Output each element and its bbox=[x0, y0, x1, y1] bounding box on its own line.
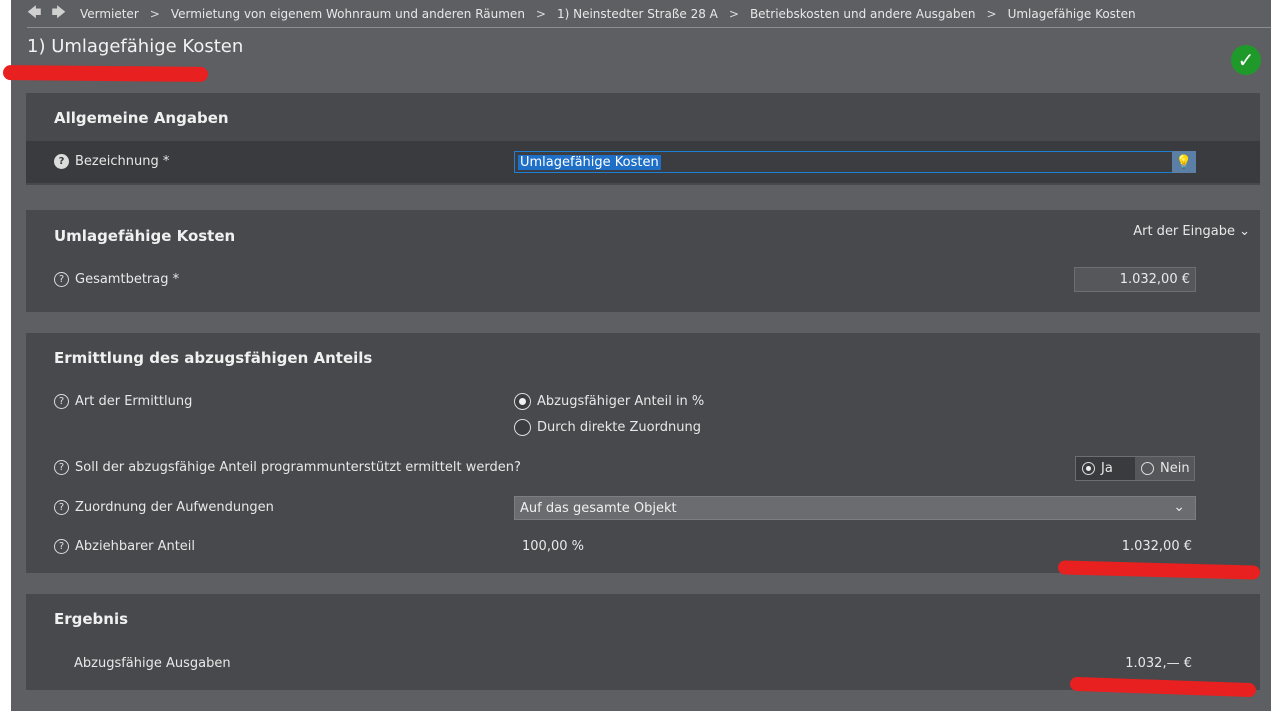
abziehbarer-anteil-label-text: Abziehbarer Anteil bbox=[75, 539, 196, 554]
zuordnung-label: ? Zuordnung der Aufwendungen bbox=[54, 500, 274, 515]
annotation-underline bbox=[2, 65, 209, 82]
breadcrumb-item-current[interactable]: Umlagefähige Kosten bbox=[1008, 7, 1136, 21]
zuordnung-label-text: Zuordnung der Aufwendungen bbox=[75, 500, 274, 515]
breadcrumb: 🡄 🡆 Vermieter > Vermietung von eigenem W… bbox=[27, 0, 1136, 27]
section-title: Umlagefähige Kosten bbox=[54, 227, 236, 245]
breadcrumb-divider bbox=[27, 27, 1271, 28]
bezeichnung-label-text: Bezeichnung * bbox=[75, 154, 170, 169]
panel-ergebnis: Ergebnis Abzugsfähige Ausgaben 1.032,— € bbox=[26, 594, 1260, 690]
page-title: 1) Umlagefähige Kosten bbox=[27, 36, 244, 57]
breadcrumb-item-vermietung[interactable]: Vermietung von eigenem Wohnraum und ande… bbox=[171, 7, 525, 21]
chevron-right-icon: > bbox=[535, 6, 546, 21]
bezeichnung-row: ? Bezeichnung * Umlagefähige Kosten 💡 bbox=[26, 141, 1260, 183]
radio-direkte-zuordnung[interactable]: Durch direkte Zuordnung bbox=[514, 419, 701, 436]
chevron-right-icon: > bbox=[149, 6, 160, 21]
radio-button bbox=[1141, 462, 1154, 475]
help-icon[interactable]: ? bbox=[54, 394, 69, 409]
art-der-ermittlung-label: ? Art der Ermittlung bbox=[54, 394, 192, 409]
chevron-right-icon: > bbox=[728, 6, 739, 21]
art-der-eingabe-label: Art der Eingabe bbox=[1133, 224, 1235, 239]
gesamtbetrag-input[interactable]: 1.032,00 € bbox=[1074, 267, 1196, 292]
gesamtbetrag-label: ? Gesamtbetrag * bbox=[54, 272, 179, 287]
gesamtbetrag-label-text: Gesamtbetrag * bbox=[75, 272, 180, 287]
breadcrumb-item-vermieter[interactable]: Vermieter bbox=[80, 7, 139, 21]
toggle-ja[interactable]: Ja bbox=[1076, 457, 1135, 480]
panel-allgemeine-angaben: Allgemeine Angaben ? Bezeichnung * Umlag… bbox=[26, 93, 1260, 185]
panel-umlagefaehige-kosten: Umlagefähige Kosten Art der Eingabe ⌄ ? … bbox=[26, 210, 1260, 312]
toggle-nein-label: Nein bbox=[1160, 461, 1190, 476]
abzugsfaehige-ausgaben-label: Abzugsfähige Ausgaben bbox=[74, 656, 231, 671]
chevron-down-icon: ⌄ bbox=[1239, 224, 1250, 239]
back-arrow-icon[interactable]: 🡄 bbox=[27, 2, 41, 26]
bezeichnung-label: ? Bezeichnung * bbox=[54, 154, 169, 169]
radio-button[interactable] bbox=[514, 393, 531, 410]
radio-button[interactable] bbox=[514, 419, 531, 436]
radio-label: Abzugsfähiger Anteil in % bbox=[537, 394, 705, 409]
art-der-eingabe-dropdown[interactable]: Art der Eingabe ⌄ bbox=[1133, 224, 1250, 239]
abziehbarer-anteil-label: ? Abziehbarer Anteil bbox=[54, 539, 195, 554]
breadcrumb-item-betriebskosten[interactable]: Betriebskosten und andere Ausgaben bbox=[750, 7, 976, 21]
window-edge bbox=[0, 0, 11, 711]
section-title: Ermittlung des abzugsfähigen Anteils bbox=[54, 349, 373, 367]
section-title: Allgemeine Angaben bbox=[54, 109, 229, 127]
panel-ermittlung: Ermittlung des abzugsfähigen Anteils ? A… bbox=[26, 333, 1260, 573]
bezeichnung-input[interactable]: Umlagefähige Kosten bbox=[514, 151, 1196, 173]
abzugsfaehige-ausgaben-value: 1.032,— € bbox=[1125, 656, 1192, 671]
help-icon[interactable]: ? bbox=[54, 500, 69, 515]
radio-label: Durch direkte Zuordnung bbox=[537, 420, 701, 435]
bezeichnung-input-value: Umlagefähige Kosten bbox=[518, 154, 661, 170]
programmunterstuetzt-label-text: Soll der abzugsfähige Anteil programmunt… bbox=[75, 460, 521, 475]
lightbulb-icon[interactable]: 💡 bbox=[1172, 151, 1196, 173]
abziehbarer-anteil-amount: 1.032,00 € bbox=[1121, 539, 1192, 554]
breadcrumb-item-objekt[interactable]: 1) Neinstedter Straße 28 A bbox=[557, 7, 718, 21]
radio-abzugsfaehiger-anteil[interactable]: Abzugsfähiger Anteil in % bbox=[514, 393, 704, 410]
zuordnung-select[interactable]: Auf das gesamte Objekt ⌄ bbox=[514, 496, 1196, 520]
programmunterstuetzt-label: ? Soll der abzugsfähige Anteil programmu… bbox=[54, 460, 521, 475]
section-title: Ergebnis bbox=[54, 610, 129, 628]
toggle-ja-label: Ja bbox=[1101, 461, 1113, 476]
help-icon[interactable]: ? bbox=[54, 460, 69, 475]
forward-arrow-icon[interactable]: 🡆 bbox=[51, 2, 65, 26]
art-der-ermittlung-label-text: Art der Ermittlung bbox=[75, 394, 193, 409]
zuordnung-select-value: Auf das gesamte Objekt bbox=[520, 500, 677, 516]
help-icon[interactable]: ? bbox=[54, 272, 69, 287]
abziehbarer-anteil-percent: 100,00 % bbox=[522, 539, 584, 554]
help-icon[interactable]: ? bbox=[54, 539, 69, 554]
check-icon: ✓ bbox=[1231, 45, 1261, 75]
toggle-nein[interactable]: Nein bbox=[1135, 457, 1194, 480]
chevron-down-icon: ⌄ bbox=[1173, 499, 1185, 515]
app-window: 🡄 🡆 Vermieter > Vermietung von eigenem W… bbox=[11, 0, 1271, 711]
ja-nein-toggle: Ja Nein bbox=[1075, 456, 1195, 481]
radio-button bbox=[1082, 462, 1095, 475]
help-icon[interactable]: ? bbox=[54, 154, 69, 169]
chevron-right-icon: > bbox=[986, 6, 997, 21]
